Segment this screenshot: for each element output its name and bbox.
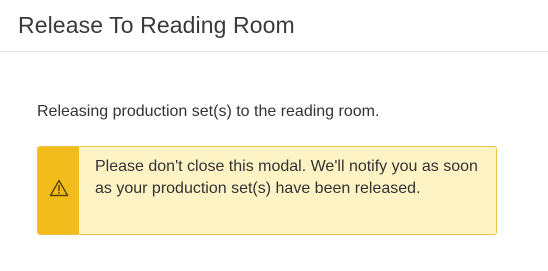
- release-status-message: Releasing production set(s) to the readi…: [37, 103, 380, 120]
- modal-title: Release To Reading Room: [18, 12, 295, 38]
- warning-triangle-icon: [49, 179, 69, 202]
- warning-alert: Please don't close this modal. We'll not…: [37, 146, 497, 235]
- modal-body: Releasing production set(s) to the readi…: [0, 52, 548, 271]
- modal-header: Release To Reading Room: [0, 0, 548, 52]
- release-modal: Release To Reading Room Releasing produc…: [0, 0, 548, 271]
- warning-message: Please don't close this modal. We'll not…: [95, 158, 478, 197]
- warning-stripe: [38, 147, 79, 234]
